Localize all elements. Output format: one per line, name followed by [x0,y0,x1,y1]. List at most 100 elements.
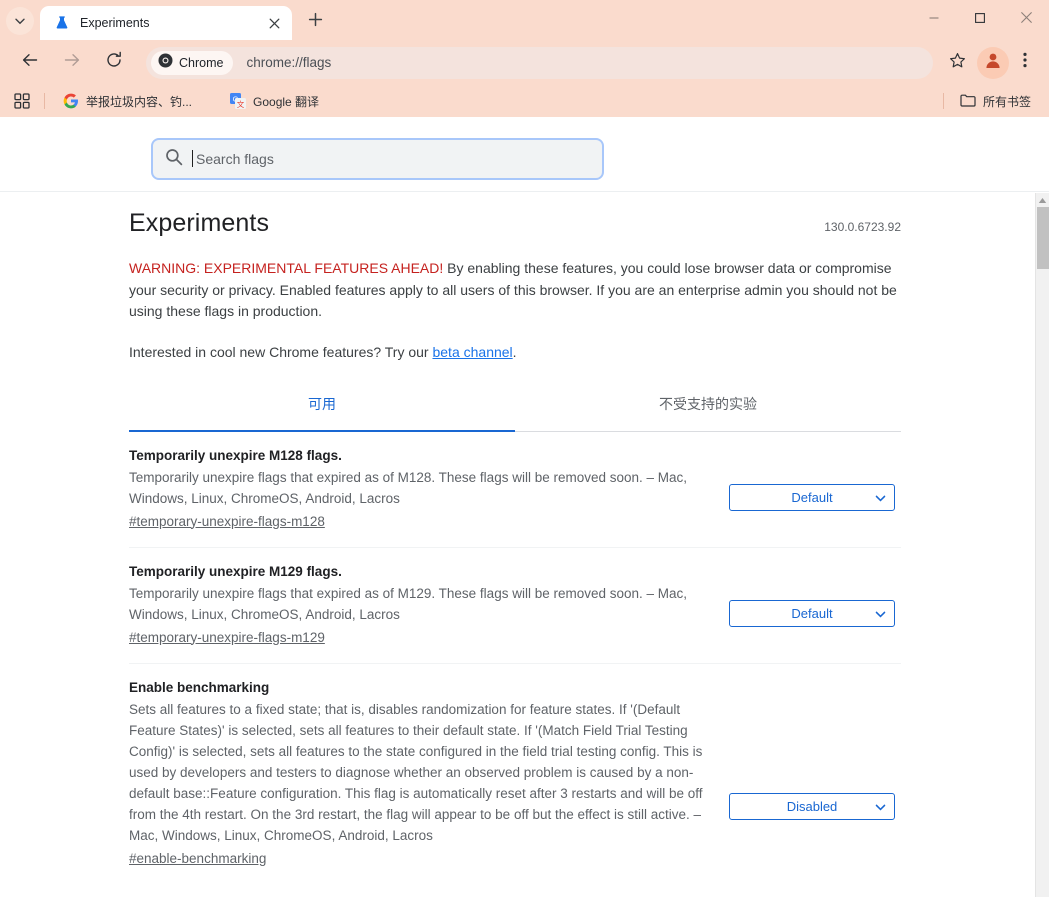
tab-unsupported-label: 不受支持的实验 [659,395,757,412]
browser-menu-button[interactable] [1009,47,1041,79]
flag-control: Disabled [729,680,901,884]
arrow-left-icon [21,51,39,74]
flag-state-select[interactable]: Default [729,483,895,511]
flag-description: Temporarily unexpire flags that expired … [129,585,688,622]
folder-icon [960,93,976,109]
flags-content: Experiments 130.0.6723.92 WARNING: EXPER… [0,193,1035,897]
chevron-down-icon [875,801,886,816]
page-title: Experiments [129,209,270,237]
scrollbar-up-button[interactable] [1036,193,1049,207]
search-input[interactable]: Search flags [151,138,604,180]
all-bookmarks-button[interactable]: 所有书签 [952,89,1039,113]
flag-entry: Enable benchmarking Sets all features to… [129,664,901,884]
tab-strip: Experiments [0,0,1049,40]
flag-state-value: Disabled [786,798,838,814]
bookmarks-bar: 举报垃圾内容、钓... G 文 Google 翻译 所有书签 [0,85,1049,117]
flag-title: Temporarily unexpire M128 flags. [129,447,342,463]
tab-search-button[interactable] [6,7,34,35]
chrome-logo-icon [158,53,173,73]
minimize-icon [928,11,940,29]
all-bookmarks-section: 所有书签 [942,89,1039,113]
bookmark-label: 举报垃圾内容、钓... [86,94,193,109]
flag-control: Default [729,448,901,547]
profile-button[interactable] [977,46,1009,79]
flag-state-value: Default [791,605,833,621]
three-dot-menu-icon [1023,52,1027,73]
omnibox-chip-label: Chrome [179,55,224,70]
scrollbar-thumb[interactable] [1037,207,1049,269]
tab-available-label: 可用 [308,395,336,412]
search-icon [165,148,183,171]
close-button[interactable] [1003,0,1049,40]
chevron-down-icon [14,15,26,27]
all-bookmarks-label: 所有书签 [982,94,1031,109]
page-scrollbar[interactable] [1035,193,1049,897]
tab-title: Experiments [80,16,150,30]
close-icon [1020,11,1033,29]
google-translate-icon: G 文 [230,93,247,109]
beta-prefix-text: Interested in cool new Chrome features? … [129,343,433,360]
flag-control: Default [729,564,901,663]
toolbar-right-actions [941,46,1041,79]
svg-text:文: 文 [237,99,245,109]
divider [942,93,944,109]
search-placeholder-text: Search flags [192,150,274,167]
maximize-icon [974,11,986,29]
flag-info: Temporarily unexpire M129 flags. Tempora… [129,564,729,663]
flag-info: Enable benchmarking Sets all features to… [129,680,729,884]
chevron-down-icon [875,608,886,623]
chrome-version: 130.0.6723.92 [824,220,901,234]
experimental-warning: WARNING: EXPERIMENTAL FEATURES AHEAD! By… [129,258,901,323]
new-tab-button[interactable] [301,8,329,36]
beta-suffix-text: . [512,343,517,360]
beta-channel-link[interactable]: beta channel [432,344,512,360]
browser-toolbar: Chrome chrome://flags [0,40,1049,85]
flags-search-header: Search flags 全部重置 [0,124,1049,300]
arrow-right-icon [63,51,81,74]
address-bar[interactable]: Chrome chrome://flags [146,46,933,79]
flag-permalink[interactable]: #temporary-unexpire-flags-m129 [129,630,325,645]
divider [44,93,45,109]
apps-grid-icon[interactable] [10,89,34,113]
flag-permalink[interactable]: #temporary-unexpire-flags-m128 [129,514,325,529]
flag-state-value: Default [791,489,833,505]
flag-state-select[interactable]: Default [729,599,895,627]
browser-window: Experiments Chrome chrome://flags 举报垃圾内容… [0,0,1049,897]
plus-icon [308,12,323,32]
window-controls [911,0,1049,40]
reload-button[interactable] [98,47,130,79]
flag-entry: Temporarily unexpire M129 flags. Tempora… [129,548,901,664]
close-icon[interactable] [264,13,284,33]
flags-tablist: 可用 不受支持的实验 [129,388,901,432]
bookmark-label: Google 翻译 [253,94,320,109]
bookmark-item[interactable]: 举报垃圾内容、钓... [55,89,200,113]
bookmark-star-button[interactable] [941,47,973,79]
flag-entry: Temporarily unexpire M128 flags. Tempora… [129,432,901,548]
flag-title: Enable benchmarking [129,679,270,695]
omnibox-chip[interactable]: Chrome [151,50,234,75]
minimize-button[interactable] [911,0,957,40]
chevron-down-icon [875,492,886,507]
reload-icon [105,51,123,74]
back-button[interactable] [14,47,46,79]
flag-description: Sets all features to a fixed state; that… [129,701,703,843]
forward-button[interactable] [56,47,88,79]
profile-avatar-icon [983,50,1003,75]
tab-available[interactable]: 可用 [129,388,515,432]
tab-unsupported[interactable]: 不受支持的实验 [515,388,901,431]
warning-headline: WARNING: EXPERIMENTAL FEATURES AHEAD! [129,260,444,276]
flag-info: Temporarily unexpire M128 flags. Tempora… [129,448,729,547]
omnibox-url-text: chrome://flags [246,55,332,70]
bookmark-item[interactable]: G 文 Google 翻译 [222,89,327,113]
star-icon [949,52,966,74]
flag-state-select[interactable]: Disabled [729,792,895,820]
beta-channel-promo: Interested in cool new Chrome features? … [129,342,901,363]
google-g-icon [63,93,79,109]
browser-tab[interactable]: Experiments [40,6,292,40]
maximize-button[interactable] [957,0,1003,40]
flask-icon [54,15,70,31]
flag-description: Temporarily unexpire flags that expired … [129,469,688,506]
flag-title: Temporarily unexpire M129 flags. [129,563,342,579]
text-caret [192,150,193,167]
flag-permalink[interactable]: #enable-benchmarking [129,851,266,866]
